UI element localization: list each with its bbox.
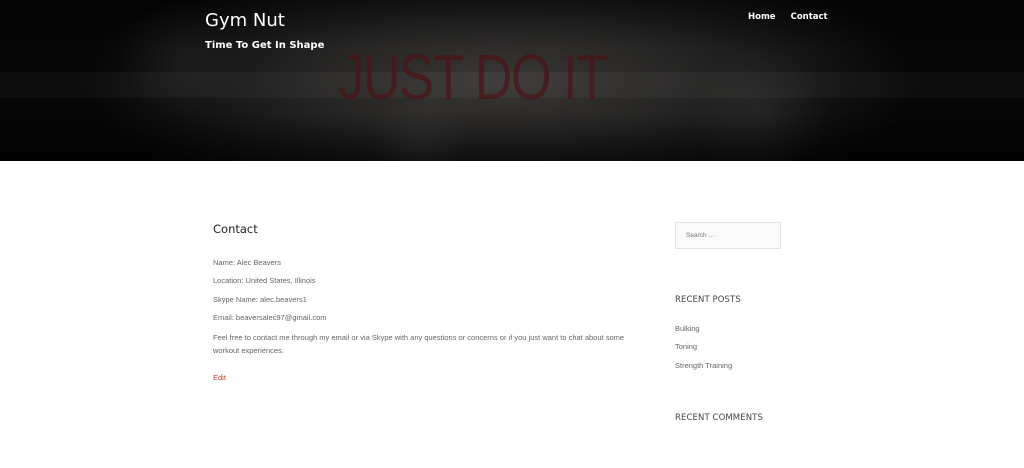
contact-message: Feel free to contact me through my email… bbox=[213, 332, 625, 355]
contact-email: Email: beaversalec97@gmail.com bbox=[213, 313, 327, 323]
sidebar: RECENT POSTS Bulking Toning Strength Tra… bbox=[675, 222, 785, 423]
search-input[interactable] bbox=[675, 222, 781, 249]
recent-post-link-strength-training[interactable]: Strength Training bbox=[675, 361, 732, 370]
header-hero: JUST DO IT Gym Nut Time To Get In Shape … bbox=[0, 0, 1024, 161]
contact-name: Name: Alec Beavers bbox=[213, 258, 281, 267]
recent-post-link-toning[interactable]: Toning bbox=[675, 342, 697, 351]
list-item: Bulking bbox=[675, 321, 785, 339]
contact-location: Location: United States, Illinois bbox=[213, 276, 316, 286]
contact-skype: Skype Name: alec.beavers1 bbox=[213, 294, 307, 304]
edit-link[interactable]: Edit bbox=[213, 373, 226, 382]
recent-post-link-bulking[interactable]: Bulking bbox=[675, 324, 700, 333]
hero-image-text: JUST DO IT bbox=[338, 41, 608, 113]
list-item: Toning bbox=[675, 339, 785, 357]
recent-posts-widget: RECENT POSTS Bulking Toning Strength Tra… bbox=[675, 295, 785, 376]
recent-posts-title: RECENT POSTS bbox=[675, 295, 741, 305]
page-content: Contact Name: Alec Beavers Location: Uni… bbox=[213, 222, 643, 385]
site-title-link[interactable]: Gym Nut bbox=[205, 10, 285, 31]
recent-comments-widget: RECENT COMMENTS bbox=[675, 413, 785, 423]
recent-posts-list: Bulking Toning Strength Training bbox=[675, 321, 785, 376]
recent-comments-title: RECENT COMMENTS bbox=[675, 413, 763, 424]
nav-contact-link[interactable]: Contact bbox=[791, 12, 828, 22]
nav-home-link[interactable]: Home bbox=[748, 12, 776, 22]
main-nav: Home Contact bbox=[748, 12, 828, 22]
page-title: Contact bbox=[213, 222, 258, 236]
list-item: Strength Training bbox=[675, 358, 785, 376]
site-tagline: Time To Get In Shape bbox=[205, 40, 325, 51]
